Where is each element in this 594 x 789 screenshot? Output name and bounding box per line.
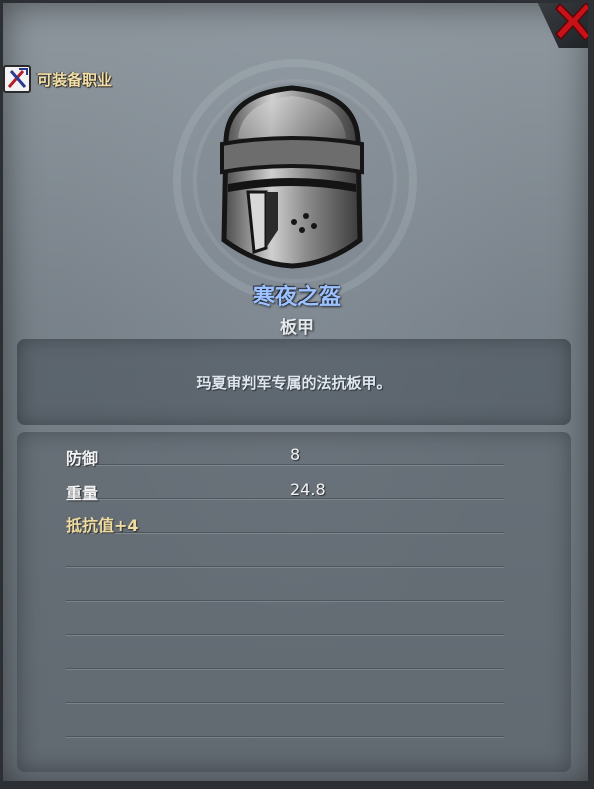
item-description: 玛夏审判军专属的法抗板甲。 [196,374,392,392]
stat-divider [66,736,504,738]
stat-value-weight: 24.8 [290,480,326,499]
stat-label-defense: 防御 [66,449,99,468]
stat-divider [66,498,504,500]
stat-label-weight: 重量 [66,484,99,503]
stat-divider [66,702,504,704]
stat-label-resistance: 抵抗值 [66,516,115,535]
stat-divider [66,668,504,670]
equippable-class-badge[interactable]: 可装备职业 [3,65,112,93]
stat-value-resistance: +4 [114,516,139,535]
great-helm-icon [220,85,364,269]
stat-value-defense: 8 [290,445,301,464]
stat-divider [66,634,504,636]
item-name: 寒夜之盔 [252,285,341,310]
stat-divider [66,464,504,466]
crossed-tools-icon [3,65,31,93]
equippable-class-label: 可装备职业 [37,70,113,89]
close-icon[interactable] [554,0,592,42]
stat-resistance: 抵抗值+4 [66,512,139,536]
item-type: 板甲 [280,318,314,338]
stat-divider [66,566,504,568]
stat-divider [66,600,504,602]
item-detail-panel: 可装备职业 寒夜之盔 板甲 玛夏审判军专属的法抗板甲。 防御 8 重量 24.8… [0,0,594,789]
